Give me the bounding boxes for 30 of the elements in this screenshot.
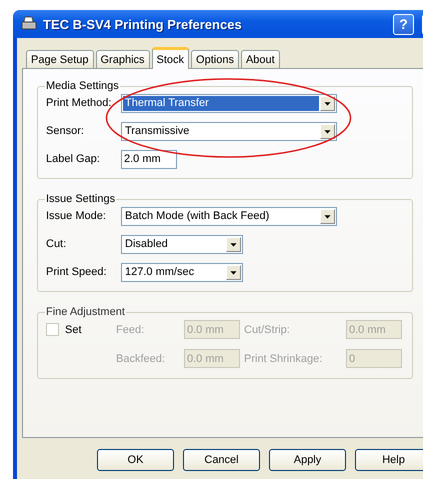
dialog-button[interactable]: Cancel	[183, 449, 260, 471]
dropdown[interactable]: 127.0 mm/sec	[121, 262, 243, 282]
field-label: Cut/Strip:	[244, 324, 291, 336]
group-title: Fine Adjustment	[45, 306, 126, 318]
field-label: Issue Mode:	[46, 210, 107, 222]
field-label: Label Gap:	[46, 153, 101, 165]
group-title: Media Settings	[45, 80, 120, 92]
field-label: Cut:	[46, 238, 68, 250]
tab[interactable]: About	[240, 50, 280, 69]
dialog-button[interactable]: OK	[97, 449, 174, 471]
field-label: Print Method:	[46, 97, 112, 109]
field-label: Print Speed:	[46, 266, 108, 278]
tab[interactable]: Options	[191, 50, 239, 69]
input-field[interactable]: 2.0 mm	[121, 150, 177, 168]
tab[interactable]: Page Setup	[26, 50, 94, 69]
printer-icon	[21, 16, 37, 32]
dropdown[interactable]: Transmissive	[121, 122, 337, 140]
dialog-button[interactable]: Help	[355, 449, 423, 471]
help-button[interactable]: ?	[393, 14, 414, 34]
tab[interactable]: Stock	[152, 47, 190, 69]
dialog-button[interactable]: Apply	[269, 449, 346, 471]
field-label: Sensor:	[46, 125, 85, 137]
tab[interactable]: Graphics	[96, 50, 150, 69]
window-title: TEC B-SV4 Printing Preferences	[43, 16, 243, 32]
dropdown[interactable]: Batch Mode (with Back Feed)	[121, 206, 337, 226]
dropdown[interactable]: Disabled	[121, 234, 243, 254]
dropdown[interactable]: Thermal Transfer	[121, 94, 337, 112]
group-title: Issue Settings	[45, 193, 116, 205]
field-label: Print Shrinkage:	[244, 352, 319, 364]
checkbox-label: Set	[65, 324, 82, 336]
